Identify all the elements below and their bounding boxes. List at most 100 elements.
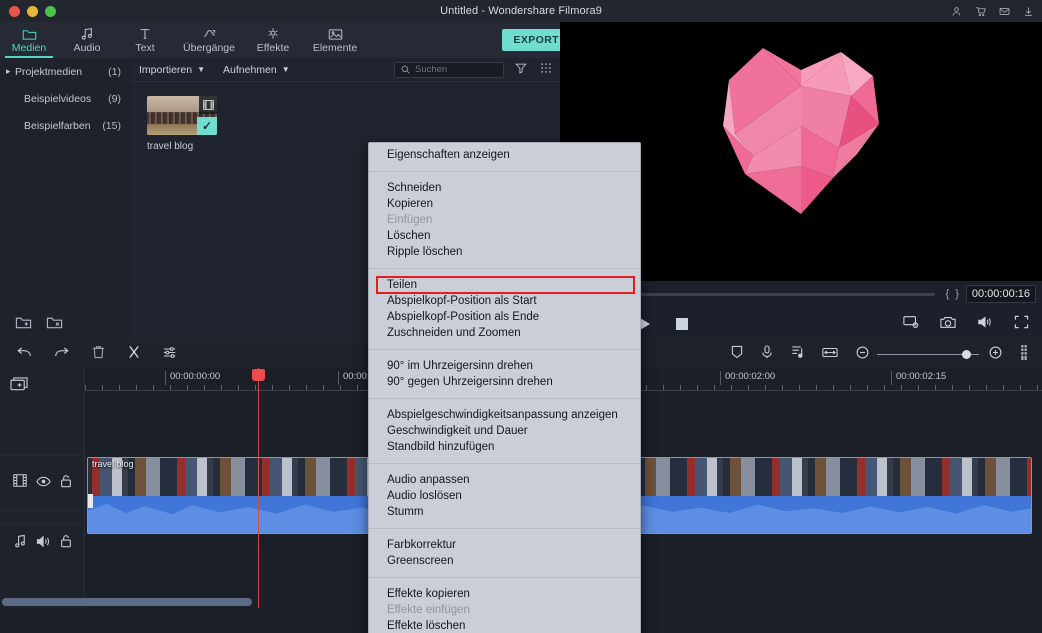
zoom-out-icon[interactable] <box>856 346 869 364</box>
context-menu-item-effekte-loeschen[interactable]: Effekte löschen <box>369 618 640 633</box>
zoom-slider-knob[interactable] <box>962 349 971 359</box>
context-menu-item-effekte-kopieren[interactable]: Effekte kopieren <box>369 586 640 602</box>
timeline-zoom-slider[interactable] <box>856 346 1002 364</box>
context-menu-item-kopieren[interactable]: Kopieren <box>369 196 640 212</box>
context-menu-group: Effekte kopieren Effekte einfügen Effekt… <box>369 582 640 633</box>
timeline-playhead[interactable] <box>252 368 265 608</box>
context-menu-item-eigenschaften-anzeigen[interactable]: Eigenschaften anzeigen <box>369 147 640 163</box>
ruler-label-2: 00:00:02:00 <box>720 371 775 385</box>
window-title: Untitled - Wondershare Filmora9 <box>440 5 602 17</box>
mail-icon[interactable] <box>999 6 1010 17</box>
fullscreen-icon[interactable] <box>1014 315 1029 334</box>
stop-icon[interactable] <box>676 318 688 330</box>
context-menu-item-audio-losloesen[interactable]: Audio loslösen <box>369 488 640 504</box>
audio-mixer-icon[interactable] <box>791 345 804 364</box>
timeline-track-headers <box>0 368 85 608</box>
redo-icon[interactable] <box>54 346 70 364</box>
preview-timecode[interactable]: 00:00:00:16 <box>965 285 1036 303</box>
marker-icon[interactable] <box>1020 344 1030 365</box>
context-menu-item-90-im-uhrzeigersinn-drehen[interactable]: 90° im Uhrzeigersinn drehen <box>369 358 640 374</box>
ruler-label-3: 00:00:02:15 <box>891 371 946 385</box>
media-item-travel-blog[interactable]: ✓ travel blog <box>147 96 221 152</box>
add-folder-icon[interactable] <box>15 315 32 335</box>
sidebar-item-label: Beispielfarben <box>24 119 91 132</box>
film-track-icon[interactable] <box>13 474 28 492</box>
context-menu-item-schneiden[interactable]: Schneiden <box>369 180 640 196</box>
mark-out-button[interactable]: } <box>952 288 962 300</box>
filmora-window: Untitled - Wondershare Filmora9 Medien A… <box>0 0 1042 633</box>
context-menu-item-teilen[interactable]: Teilen <box>376 276 635 294</box>
zoom-in-icon[interactable] <box>989 346 1002 364</box>
split-icon[interactable] <box>127 345 141 364</box>
speaker-icon[interactable] <box>36 535 51 553</box>
crop-icon[interactable] <box>731 345 743 364</box>
sidebar-item-beispielfarben[interactable]: Beispielfarben (15) <box>0 112 131 139</box>
context-menu-item-zuschneiden-und-zoomen[interactable]: Zuschneiden und Zoomen <box>369 325 640 341</box>
voiceover-icon[interactable] <box>761 345 773 364</box>
context-menu-item-geschwindigkeit-und-dauer[interactable]: Geschwindigkeit und Dauer <box>369 423 640 439</box>
adjust-icon[interactable] <box>163 346 177 364</box>
clip-context-menu[interactable]: Eigenschaften anzeigen Schneiden Kopiere… <box>368 142 641 633</box>
context-menu-item-farbkorrektur[interactable]: Farbkorrektur <box>369 537 640 553</box>
context-menu-item-stumm[interactable]: Stumm <box>369 504 640 520</box>
screen-settings-icon[interactable] <box>903 315 919 334</box>
cart-icon[interactable] <box>975 6 986 17</box>
filter-icon[interactable] <box>515 61 527 79</box>
audio-track-controls <box>0 523 85 563</box>
grid-view-icon[interactable] <box>540 61 552 79</box>
menu-separator <box>369 398 640 399</box>
download-icon[interactable] <box>1023 6 1034 17</box>
play-icon[interactable] <box>640 318 650 330</box>
music-track-icon[interactable] <box>14 534 27 553</box>
context-menu-item-audio-anpassen[interactable]: Audio anpassen <box>369 472 640 488</box>
tab-label: Übergänge <box>183 42 235 54</box>
tab-audio[interactable]: Audio <box>58 22 116 58</box>
clip-trim-handle-left[interactable] <box>88 494 93 508</box>
search-input[interactable] <box>415 64 497 75</box>
selected-check-icon: ✓ <box>197 117 217 135</box>
record-label: Aufnehmen <box>223 63 277 76</box>
import-dropdown[interactable]: Importieren ▼ <box>139 64 205 76</box>
sidebar-item-label: Beispielvideos <box>24 92 92 105</box>
lock-icon[interactable] <box>60 534 72 553</box>
zoom-slider-track[interactable] <box>877 349 979 359</box>
title-bar-icons <box>951 0 1034 22</box>
mark-in-button[interactable]: { <box>943 288 953 300</box>
search-box[interactable] <box>394 61 504 79</box>
context-menu-item-90-gegen-uhrzeigersinn-drehen[interactable]: 90° gegen Uhrzeigersinn drehen <box>369 374 640 390</box>
account-icon[interactable] <box>951 6 962 17</box>
volume-icon[interactable] <box>977 315 993 334</box>
search-icon <box>401 61 410 79</box>
scrollbar-thumb[interactable] <box>2 598 252 606</box>
context-menu-item-abspielkopf-position-als-start[interactable]: Abspielkopf-Position als Start <box>369 293 640 309</box>
tab-label: Medien <box>11 42 47 54</box>
menu-separator <box>369 528 640 529</box>
context-menu-item-abspielgeschwindigkeitsanpassung-anzeigen[interactable]: Abspielgeschwindigkeitsanpassung anzeige… <box>369 407 640 423</box>
context-menu-item-standbild-hinzufuegen[interactable]: Standbild hinzufügen <box>369 439 640 455</box>
tab-effekte[interactable]: Effekte <box>244 22 302 58</box>
delete-folder-icon[interactable] <box>46 315 63 335</box>
tab-text[interactable]: Text <box>116 22 174 58</box>
sidebar-item-beispielvideos[interactable]: Beispielvideos (9) <box>0 85 131 112</box>
add-track-icon[interactable] <box>8 374 30 394</box>
undo-icon[interactable] <box>16 346 32 364</box>
ruler-label-0: 00:00:00:00 <box>165 371 220 385</box>
playhead-marker[interactable] <box>252 369 265 381</box>
context-menu-group: 90° im Uhrzeigersinn drehen 90° gegen Uh… <box>369 354 640 394</box>
context-menu-item-greenscreen[interactable]: Greenscreen <box>369 553 640 569</box>
lock-icon[interactable] <box>60 474 72 493</box>
eye-visibility-icon[interactable] <box>36 474 51 492</box>
tab-elemente[interactable]: Elemente <box>302 22 368 58</box>
tab-uebergaenge[interactable]: Übergänge <box>174 22 244 58</box>
media-toolbar-right <box>515 61 552 79</box>
sidebar-item-projektmedien[interactable]: ▸ Projektmedien (1) <box>0 58 131 85</box>
delete-icon[interactable] <box>92 345 105 364</box>
context-menu-item-ripple-loeschen[interactable]: Ripple löschen <box>369 244 640 260</box>
context-menu-item-loeschen[interactable]: Löschen <box>369 228 640 244</box>
record-dropdown[interactable]: Aufnehmen ▼ <box>223 64 290 76</box>
fit-timeline-icon[interactable] <box>822 346 838 364</box>
context-menu-item-abspielkopf-position-als-ende[interactable]: Abspielkopf-Position als Ende <box>369 309 640 325</box>
menu-separator <box>369 171 640 172</box>
snapshot-icon[interactable] <box>940 315 956 334</box>
tab-medien[interactable]: Medien <box>0 22 58 58</box>
